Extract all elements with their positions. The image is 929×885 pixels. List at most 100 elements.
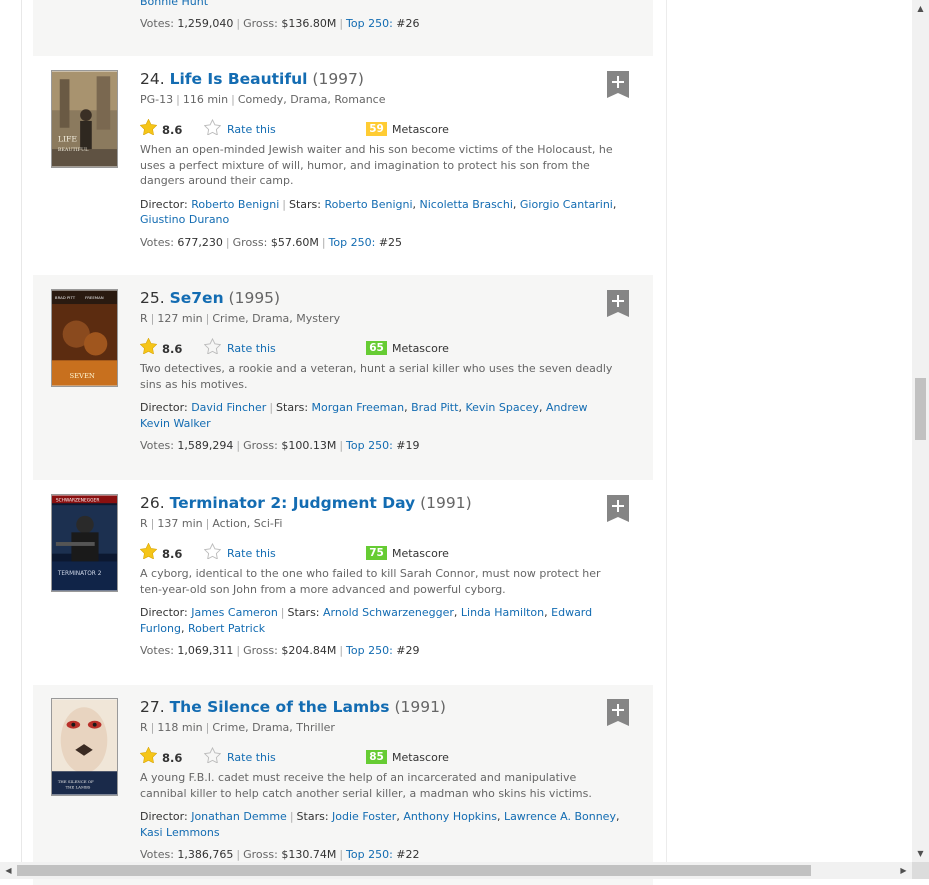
poster-image[interactable]: BRAD PITT FREEMAN SEVEN bbox=[51, 289, 118, 387]
star-link[interactable]: Kevin Spacey bbox=[465, 401, 539, 414]
star-link[interactable]: Morgan Freeman bbox=[312, 401, 405, 414]
poster-image[interactable]: LIFE BEAUTIFUL bbox=[51, 70, 118, 168]
credits-line: Director: David Fincher | Stars: Morgan Fr… bbox=[140, 401, 588, 430]
top250-link[interactable]: Top 250: bbox=[346, 17, 393, 30]
star-link[interactable]: Robert Patrick bbox=[188, 622, 265, 635]
star-link[interactable]: Nicoletta Braschi bbox=[420, 198, 513, 211]
movie-title-link[interactable]: Terminator 2: Judgment Day bbox=[170, 494, 416, 512]
title-header: 26. Terminator 2: Judgment Day (1991) bbox=[140, 492, 620, 514]
list-index: 26. bbox=[140, 494, 165, 512]
top250-link[interactable]: Top 250: bbox=[346, 848, 393, 861]
movie-year: (1991) bbox=[394, 698, 446, 716]
imdb-rating: 8.6 bbox=[162, 751, 183, 765]
gross-value: $57.60M bbox=[270, 235, 319, 249]
metascore-label: Metascore bbox=[392, 547, 449, 560]
rate-this-link[interactable]: Rate this bbox=[227, 751, 276, 764]
rating-bar: 8.6 Rate this 59 Metascore bbox=[139, 118, 620, 139]
director-link[interactable]: Roberto Benigni bbox=[191, 198, 279, 211]
top250-link[interactable]: Top 250: bbox=[346, 439, 393, 452]
svg-text:BRAD PITT: BRAD PITT bbox=[55, 295, 76, 300]
star-link[interactable]: Linda Hamilton bbox=[461, 606, 544, 619]
poster-image[interactable]: THE SILENCE OF THE LAMBS bbox=[51, 698, 118, 796]
star-link[interactable]: Arnold Schwarzenegger bbox=[323, 606, 454, 619]
runtime: 127 min bbox=[157, 312, 203, 325]
movie-meta: R | 127 min | Crime, Drama, Mystery bbox=[140, 312, 341, 325]
horizontal-scrollbar[interactable]: ◀ ▶ bbox=[0, 862, 912, 879]
votes-count: 1,589,294 bbox=[177, 439, 234, 453]
director-link[interactable]: James Cameron bbox=[191, 606, 278, 619]
metascore-badge: 75 bbox=[366, 546, 387, 560]
imdb-rating: 8.6 bbox=[162, 342, 183, 356]
credits-line: Director: Roberto Benigni | Stars: Roberto… bbox=[140, 197, 617, 227]
scroll-left-arrow-icon[interactable]: ◀ bbox=[0, 862, 17, 879]
votes-count: 677,230 bbox=[177, 235, 223, 249]
top250-link[interactable]: Top 250: bbox=[346, 644, 393, 657]
scrollbar-corner bbox=[912, 862, 929, 879]
star-link[interactable]: Kasi Lemmons bbox=[140, 826, 220, 839]
gross-value: $136.80M bbox=[281, 17, 337, 30]
votes-line: Votes: 1,259,040 | Gross: $136.80M | Top 250… bbox=[140, 17, 420, 30]
star-link[interactable]: Giorgio Cantarini bbox=[520, 198, 613, 211]
sidebar-border bbox=[666, 0, 667, 862]
star-outline-icon[interactable] bbox=[203, 746, 222, 766]
star-link[interactable]: Lawrence A. Bonney bbox=[504, 810, 616, 823]
movie-meta: PG-13 | 116 min | Comedy, Drama, Romance bbox=[140, 93, 386, 106]
rate-this-link[interactable]: Rate this bbox=[227, 123, 276, 136]
horizontal-scroll-thumb[interactable] bbox=[17, 865, 811, 876]
movie-title-link[interactable]: Life Is Beautiful bbox=[170, 70, 308, 88]
plus-ribbon-icon bbox=[607, 290, 629, 317]
star-outline-icon[interactable] bbox=[203, 337, 222, 357]
star-outline-icon[interactable] bbox=[203, 118, 222, 138]
rate-this-link[interactable]: Rate this bbox=[227, 342, 276, 355]
movie-title-link[interactable]: The Silence of the Lambs bbox=[170, 698, 390, 716]
star-link[interactable]: Roberto Benigni bbox=[324, 198, 412, 211]
vertical-scroll-thumb[interactable] bbox=[915, 378, 926, 440]
top250-link[interactable]: Top 250: bbox=[329, 236, 376, 249]
svg-text:LIFE: LIFE bbox=[58, 134, 78, 143]
scroll-right-arrow-icon[interactable]: ▶ bbox=[895, 862, 912, 879]
movie-year: (1991) bbox=[420, 494, 472, 512]
poster-silence-of-the-lambs: THE SILENCE OF THE LAMBS bbox=[52, 699, 117, 795]
movie-year: (1997) bbox=[312, 70, 364, 88]
scroll-down-arrow-icon[interactable]: ▼ bbox=[912, 845, 929, 862]
votes-line: Votes: 1,386,765 | Gross: $130.74M | Top 250… bbox=[140, 848, 420, 862]
rate-this-link[interactable]: Rate this bbox=[227, 547, 276, 560]
genres: Crime, Drama, Thriller bbox=[212, 721, 335, 734]
watchlist-add-button[interactable] bbox=[607, 699, 629, 726]
title-header: 24. Life Is Beautiful (1997) bbox=[140, 68, 620, 90]
poster-terminator-2: SCHWARZENEGGER TERMINATOR 2 bbox=[52, 495, 117, 591]
credits-line: Director: Jonathan Demme | Stars: Jodie Fo… bbox=[140, 810, 620, 839]
watchlist-add-button[interactable] bbox=[607, 71, 629, 98]
top250-rank: #25 bbox=[378, 235, 403, 249]
list-item-movie: SCHWARZENEGGER TERMINATOR 2 26. Terminat… bbox=[33, 480, 653, 685]
watchlist-add-button[interactable] bbox=[607, 290, 629, 317]
watchlist-add-button[interactable] bbox=[607, 495, 629, 522]
certificate: R bbox=[140, 312, 148, 325]
star-link[interactable]: Jodie Foster bbox=[332, 810, 396, 823]
svg-text:THE LAMBS: THE LAMBS bbox=[66, 785, 91, 790]
genres: Action, Sci-Fi bbox=[212, 517, 283, 530]
svg-text:TERMINATOR 2: TERMINATOR 2 bbox=[57, 571, 102, 577]
poster-image[interactable]: SCHWARZENEGGER TERMINATOR 2 bbox=[51, 494, 118, 592]
star-outline-icon[interactable] bbox=[203, 542, 222, 562]
gross-value: $100.13M bbox=[281, 439, 337, 453]
plus-ribbon-icon bbox=[607, 699, 629, 726]
imdb-rating: 8.6 bbox=[162, 123, 183, 137]
movie-description: Two detectives, a rookie and a veteran, … bbox=[140, 362, 613, 391]
top250-rank: #22 bbox=[396, 848, 420, 862]
star-link[interactable]: Bonnie Hunt bbox=[140, 0, 208, 8]
vertical-scrollbar[interactable]: ▲ ▼ bbox=[912, 0, 929, 862]
certificate: R bbox=[140, 517, 148, 530]
scroll-up-arrow-icon[interactable]: ▲ bbox=[912, 0, 929, 17]
top250-rank: #19 bbox=[396, 439, 420, 453]
plus-ribbon-icon bbox=[607, 495, 629, 522]
star-link[interactable]: Giustino Durano bbox=[140, 213, 229, 226]
movie-title-link[interactable]: Se7en bbox=[170, 289, 224, 307]
list-item-movie: LIFE BEAUTIFUL 24. Life Is Beautiful (19… bbox=[33, 56, 653, 275]
star-link[interactable]: Brad Pitt bbox=[411, 401, 458, 414]
director-link[interactable]: David Fincher bbox=[191, 401, 266, 414]
movie-description: A cyborg, identical to the one who faile… bbox=[140, 567, 601, 596]
list-index: 27. bbox=[140, 698, 165, 716]
director-link[interactable]: Jonathan Demme bbox=[191, 810, 287, 823]
star-link[interactable]: Anthony Hopkins bbox=[403, 810, 497, 823]
